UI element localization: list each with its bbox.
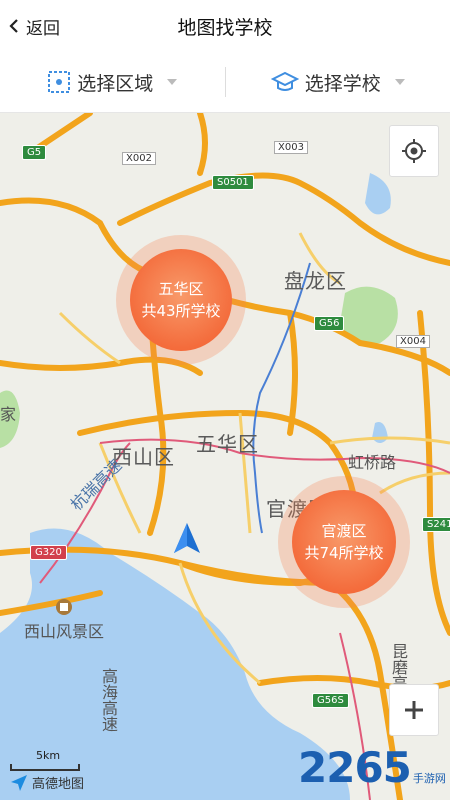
- scale-line: [10, 764, 80, 771]
- locate-button[interactable]: [389, 125, 439, 177]
- graduation-cap-icon: [270, 71, 299, 91]
- back-label: 返回: [26, 18, 60, 39]
- cluster-school-count: 共43所学校: [141, 302, 221, 320]
- filter-bar: 选择区域 选择学校: [0, 52, 450, 113]
- brand-text: 高德地图: [32, 777, 85, 792]
- select-region-dropdown[interactable]: 选择区域: [0, 52, 225, 112]
- crosshair-icon: [402, 139, 426, 163]
- amap-logo-icon: [11, 774, 27, 791]
- road-shield-s241: S241: [422, 517, 450, 532]
- navigation-arrow-icon: [174, 523, 200, 553]
- cluster-district-name: 官渡区: [321, 522, 367, 540]
- district-label-wuhua: 五华区: [196, 432, 259, 456]
- plus-icon: [405, 701, 423, 719]
- map-brand: 高德地图: [10, 773, 84, 792]
- cluster-school-count: 共74所学校: [304, 544, 384, 562]
- select-school-dropdown[interactable]: 选择学校: [226, 52, 450, 112]
- watermark-subtext: 手游网: [412, 772, 446, 785]
- road-code-x003: X003: [274, 141, 308, 154]
- back-button[interactable]: 返回: [6, 10, 60, 42]
- chevron-down-icon: [167, 79, 178, 85]
- header: 返回 地图找学校: [0, 0, 450, 52]
- road-shield-g5: G5: [22, 145, 47, 160]
- place-label-jia: 家: [0, 405, 17, 424]
- region-icon: [48, 71, 71, 93]
- scale-bar: 5km: [10, 749, 80, 771]
- road-shield-g320: G320: [30, 545, 67, 560]
- chevron-left-icon: [9, 19, 18, 33]
- page-title: 地图找学校: [177, 16, 273, 39]
- road-code-x004: X004: [396, 335, 430, 348]
- road-shield-g56s: G56S: [312, 693, 349, 708]
- school-cluster-marker[interactable]: 五华区 共43所学校: [116, 235, 246, 365]
- watermark-text: 2265: [298, 743, 412, 792]
- road-shield-g56: G56: [314, 316, 345, 331]
- select-school-label: 选择学校: [304, 72, 381, 95]
- site-watermark: 2265 手游网: [298, 743, 446, 792]
- cluster-district-name: 五华区: [158, 280, 204, 298]
- chevron-down-icon: [394, 79, 405, 85]
- place-label-gaohai: 高海高速: [99, 668, 118, 732]
- road-code-x002: X002: [122, 152, 156, 165]
- road-shield-s0501: S0501: [212, 175, 254, 190]
- district-label-panlong: 盘龙区: [284, 269, 347, 293]
- place-label-xishan-scenic: 西山风景区: [24, 622, 105, 641]
- place-label-hongqiao: 虹桥路: [348, 453, 397, 472]
- select-region-label: 选择区域: [77, 72, 154, 95]
- map-view[interactable]: X002 X003 X004 G5 S0501 G56 G320 G56S S2…: [0, 113, 450, 800]
- zoom-in-button[interactable]: [389, 684, 439, 736]
- scale-label: 5km: [36, 749, 61, 762]
- school-cluster-marker[interactable]: 官渡区 共74所学校: [278, 476, 410, 608]
